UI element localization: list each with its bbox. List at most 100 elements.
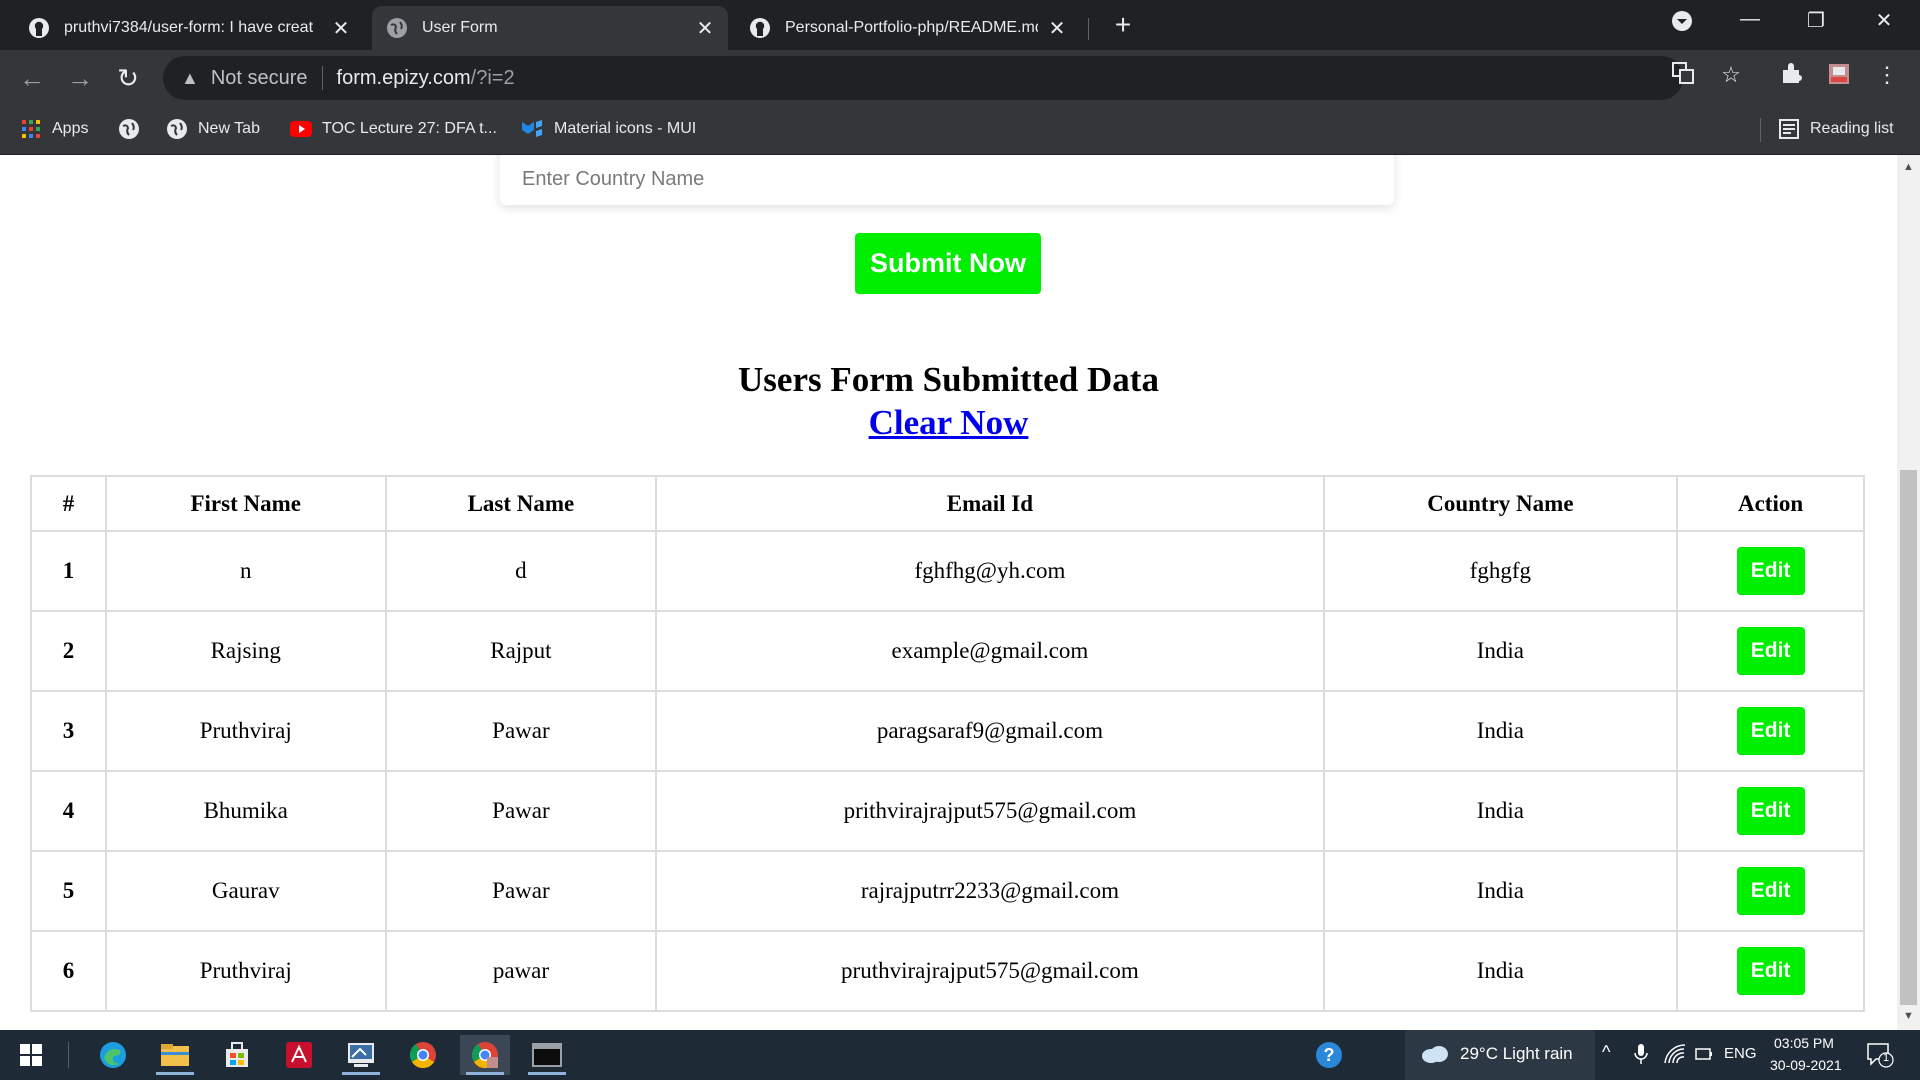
edit-button[interactable]: Edit [1736,547,1805,595]
bookmark-toc-lecture[interactable]: TOC Lecture 27: DFA t... [290,118,497,140]
notification-center-icon[interactable]: 1 [1866,1042,1894,1073]
new-tab-button[interactable]: + [1108,10,1138,40]
address-host: form.epizy.com [336,66,471,89]
cell-action: Edit [1676,610,1865,692]
close-icon[interactable]: ✕ [1046,16,1068,41]
profile-avatar[interactable] [1824,62,1854,92]
cell-index: 1 [30,530,107,612]
cell-index: 5 [30,850,107,932]
file-explorer-icon[interactable] [150,1035,200,1075]
edit-button[interactable]: Edit [1736,787,1805,835]
cell-action: Edit [1676,770,1865,852]
microphone-icon[interactable] [1634,1043,1648,1070]
reading-list-icon [1778,118,1800,140]
country-name-input[interactable] [500,155,1394,205]
cell-first-name: Gaurav [104,850,387,932]
cell-country: fghgfg [1322,530,1679,612]
battery-plug-icon[interactable] [1694,1044,1714,1069]
warning-icon: ▲ [181,67,199,88]
tab-user-form[interactable]: User Form ✕ [372,6,728,50]
forward-button[interactable]: → [64,62,96,94]
edit-button[interactable]: Edit [1736,627,1805,675]
tab-title: pruthvi7384/user-form: I have creat [64,19,314,36]
edit-button[interactable]: Edit [1736,867,1805,915]
column-header-index: # [30,475,107,532]
translate-icon[interactable] [1668,62,1698,90]
edit-button[interactable]: Edit [1736,707,1805,755]
scrollbar-thumb[interactable] [1900,470,1917,1005]
cell-first-name: Pruthviraj [104,690,387,772]
cell-first-name: n [104,530,387,612]
address-bar[interactable]: ▲ Not secure form.epizy.com/?i=2 [163,56,1683,100]
cell-first-name: Bhumika [104,770,387,852]
restore-button[interactable]: ❐ [1796,8,1836,33]
extensions-icon[interactable] [1776,62,1806,90]
globe-icon [386,17,408,39]
windows-start-icon[interactable] [6,1035,56,1075]
edge-icon[interactable] [88,1035,138,1075]
table-row: 3 Pruthviraj Pawar paragsaraf9@gmail.com… [30,690,1865,772]
globe-icon [166,118,188,140]
page-scrollbar[interactable]: ▲ ▼ [1897,155,1920,1030]
tab-title: Personal-Portfolio-php/README.md [785,19,1038,36]
cell-index: 2 [30,610,107,692]
clock-time[interactable]: 03:05 PM [1774,1035,1834,1051]
bookmark-apps[interactable]: Apps [20,118,88,140]
bookmark-new-tab[interactable]: New Tab [166,118,260,140]
bookmark-label: New Tab [198,120,260,137]
chrome-profile-icon[interactable] [460,1035,510,1075]
scroll-down-arrow-icon[interactable]: ▼ [1897,1010,1920,1022]
cell-last-name: Pawar [384,770,658,852]
close-window-button[interactable]: ✕ [1864,8,1904,33]
cell-index: 6 [30,930,107,1012]
clear-now-link[interactable]: Clear Now [869,403,1029,442]
cell-email: pruthvirajrajput575@gmail.com [655,930,1325,1012]
cell-action: Edit [1676,690,1865,772]
reading-list-button[interactable]: Reading list [1778,118,1894,140]
column-header-country: Country Name [1322,475,1679,532]
submitted-data-table: # First Name Last Name Email Id Country … [30,475,1865,1012]
cell-action: Edit [1676,930,1865,1012]
close-icon[interactable]: ✕ [694,16,716,41]
bookmark-material-icons[interactable]: Material icons - MUI [522,118,696,140]
clock-date[interactable]: 30-09-2021 [1770,1057,1842,1073]
cell-country: India [1322,610,1679,692]
tab-user-form-repo[interactable]: pruthvi7384/user-form: I have creat ✕ [14,6,364,50]
reload-button[interactable]: ↻ [112,62,144,94]
more-menu-icon[interactable]: ⋮ [1872,62,1902,88]
column-header-last-name: Last Name [384,475,658,532]
cell-country: India [1322,770,1679,852]
table-header-row: # First Name Last Name Email Id Country … [30,475,1865,532]
cell-first-name: Pruthviraj [104,930,387,1012]
tab-divider [1088,18,1089,40]
reading-list-label: Reading list [1810,120,1894,137]
language-indicator[interactable]: ENG [1724,1045,1757,1062]
show-hidden-icons-chevron-icon[interactable]: ^ [1602,1042,1610,1063]
weather-widget[interactable]: 29°C Light rain [1405,1030,1595,1080]
close-icon[interactable]: ✕ [330,16,352,41]
tab-title: User Form [422,19,498,36]
edit-button[interactable]: Edit [1736,947,1805,995]
minimize-button[interactable]: — [1730,8,1770,31]
microsoft-store-icon[interactable] [212,1035,262,1075]
cell-last-name: Pawar [384,690,658,772]
cell-action: Edit [1676,850,1865,932]
acrobat-reader-icon[interactable] [274,1035,324,1075]
bookmark-star-icon[interactable]: ☆ [1716,62,1746,88]
back-button[interactable]: ← [16,62,48,94]
paint-app-icon[interactable] [336,1035,386,1075]
help-icon[interactable]: ? [1304,1035,1354,1075]
scroll-up-arrow-icon[interactable]: ▲ [1897,161,1920,173]
bookmark-label: TOC Lecture 27: DFA t... [322,120,497,137]
chrome-icon[interactable] [398,1035,448,1075]
taskbar-divider [68,1042,69,1068]
terminal-icon[interactable] [522,1035,572,1075]
column-header-email: Email Id [655,475,1325,532]
tab-search-button[interactable] [1662,10,1702,38]
bookmark-label: Apps [52,120,89,137]
tab-portfolio-readme[interactable]: Personal-Portfolio-php/README.md ✕ [735,6,1080,50]
submit-button[interactable]: Submit Now [855,233,1041,294]
wifi-icon[interactable] [1664,1044,1686,1069]
bookmark-globe[interactable] [118,118,150,140]
youtube-icon [290,118,312,140]
